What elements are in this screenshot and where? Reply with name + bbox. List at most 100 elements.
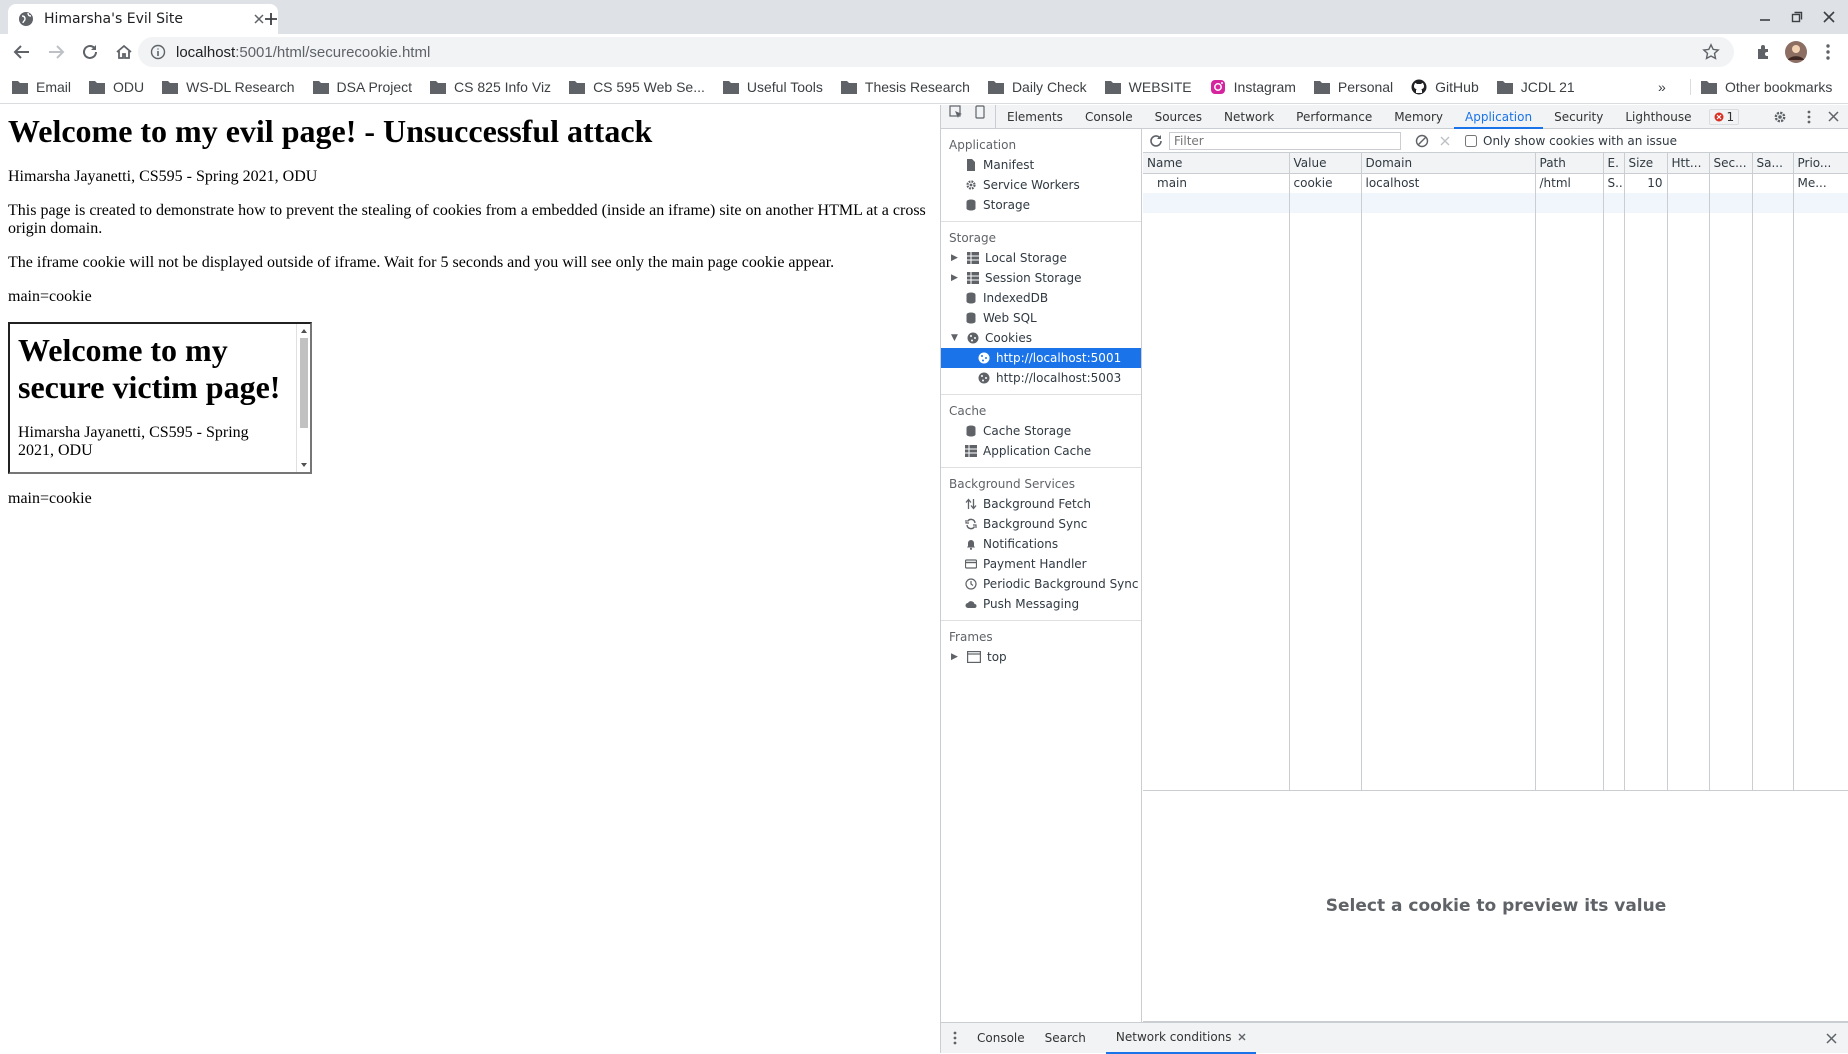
devtools-menu-icon[interactable] (1807, 110, 1811, 124)
sidebar-item-storage[interactable]: Storage (941, 195, 1141, 215)
tab-elements[interactable]: Elements (996, 105, 1074, 129)
close-drawer-icon[interactable] (1826, 1033, 1837, 1044)
browser-menu-icon[interactable] (1812, 36, 1844, 68)
cloud-icon (965, 598, 977, 610)
table-row[interactable]: main cookie localhost /html S... 10 Me..… (1143, 173, 1848, 193)
bookmark-dsa[interactable]: DSA Project (312, 79, 412, 95)
cell-domain: localhost (1361, 173, 1536, 193)
forward-icon[interactable] (40, 36, 72, 68)
tab-memory[interactable]: Memory (1383, 105, 1454, 129)
sidebar-item-cookie-origin-5001[interactable]: http://localhost:5001 (941, 348, 1141, 368)
tab-security[interactable]: Security (1543, 105, 1614, 129)
bookmark-instagram[interactable]: Instagram (1210, 79, 1296, 95)
drawer-tab-network-conditions[interactable]: Network conditions (1105, 1023, 1256, 1054)
column-header-priority[interactable]: Prio... (1793, 153, 1848, 174)
column-header-domain[interactable]: Domain (1361, 153, 1536, 174)
bookmark-daily-check[interactable]: Daily Check (987, 79, 1087, 95)
error-counter[interactable]: 1 (1708, 108, 1740, 125)
cookie-filter-input[interactable] (1169, 131, 1401, 150)
bookmark-cs595[interactable]: CS 595 Web Se... (569, 79, 705, 95)
sidebar-item-cookies[interactable]: ▼ Cookies (941, 328, 1141, 348)
bookmark-wsdl[interactable]: WS-DL Research (162, 79, 295, 95)
cookie-icon (978, 372, 990, 384)
refresh-icon[interactable] (1149, 134, 1163, 148)
tab-lighthouse[interactable]: Lighthouse (1614, 105, 1702, 129)
restore-icon[interactable] (1784, 6, 1810, 28)
sidebar-item-notifications[interactable]: Notifications (941, 534, 1141, 554)
sidebar-item-web-sql[interactable]: Web SQL (941, 308, 1141, 328)
column-header-expires[interactable]: E. (1603, 153, 1625, 174)
sidebar-item-cookie-origin-5003[interactable]: http://localhost:5003 (941, 368, 1141, 388)
close-devtools-icon[interactable] (1828, 111, 1839, 122)
sidebar-item-application-cache[interactable]: Application Cache (941, 441, 1141, 461)
close-drawer-tab-icon[interactable] (1238, 1033, 1246, 1041)
column-header-name[interactable]: Name (1143, 153, 1290, 174)
column-header-path[interactable]: Path (1535, 153, 1604, 174)
sidebar-item-push-messaging[interactable]: Push Messaging (941, 594, 1141, 614)
delete-selected-icon[interactable] (1439, 135, 1451, 147)
cell-priority: Me... (1797, 176, 1827, 191)
sidebar-item-periodic-background-sync[interactable]: Periodic Background Sync (941, 574, 1141, 594)
expand-arrow-icon[interactable]: ▶ (951, 652, 961, 662)
extensions-icon[interactable] (1748, 36, 1780, 68)
home-icon[interactable] (108, 36, 140, 68)
address-bar[interactable]: localhost:5001/html/securecookie.html (138, 37, 1734, 67)
sidebar-item-indexeddb[interactable]: IndexedDB (941, 288, 1141, 308)
new-tab-button[interactable] (258, 6, 284, 32)
column-header-httponly[interactable]: Htt... (1667, 153, 1710, 174)
embedded-iframe[interactable]: Welcome to my secure victim page! Himars… (8, 322, 312, 474)
settings-gear-icon[interactable] (1773, 110, 1787, 124)
drawer-menu-icon[interactable] (941, 1023, 967, 1054)
column-header-secure[interactable]: Sec... (1709, 153, 1753, 174)
drawer-tab-console[interactable]: Console (967, 1023, 1035, 1054)
bookmark-thesis[interactable]: Thesis Research (840, 79, 970, 95)
inspect-element-icon[interactable] (941, 104, 969, 129)
tab-application[interactable]: Application (1454, 105, 1544, 129)
device-toolbar-icon[interactable] (969, 104, 996, 129)
bookmark-jcdl[interactable]: JCDL 21 (1496, 79, 1575, 95)
bookmark-useful-tools[interactable]: Useful Tools (722, 79, 823, 95)
only-issues-checkbox[interactable] (1465, 134, 1477, 147)
iframe-scrollbar[interactable] (296, 324, 310, 472)
bookmarks-overflow-button[interactable]: » (1658, 79, 1666, 95)
column-header-value[interactable]: Value (1289, 153, 1362, 174)
cookie-icon (967, 332, 979, 344)
sidebar-item-background-sync[interactable]: Background Sync (941, 514, 1141, 534)
sidebar-item-cache-storage[interactable]: Cache Storage (941, 421, 1141, 441)
sidebar-item-frame-top[interactable]: ▶ top (941, 647, 1141, 667)
info-icon[interactable] (150, 44, 166, 60)
bookmark-personal[interactable]: Personal (1313, 79, 1393, 95)
bookmark-github[interactable]: GitHub (1411, 79, 1479, 95)
bookmark-cs825[interactable]: CS 825 Info Viz (430, 79, 551, 95)
reload-icon[interactable] (74, 36, 106, 68)
sidebar-item-payment-handler[interactable]: Payment Handler (941, 554, 1141, 574)
avatar[interactable] (1780, 36, 1812, 68)
bookmark-star-icon[interactable] (1702, 43, 1720, 61)
sidebar-item-service-workers[interactable]: Service Workers (941, 175, 1141, 195)
bookmark-website[interactable]: WEBSITE (1104, 79, 1192, 95)
close-window-icon[interactable] (1816, 6, 1842, 28)
other-bookmarks[interactable]: Other bookmarks (1690, 78, 1832, 95)
tab-console[interactable]: Console (1074, 105, 1144, 129)
tab-network[interactable]: Network (1213, 105, 1285, 129)
expand-arrow-icon[interactable]: ▶ (951, 273, 961, 283)
sidebar-item-session-storage[interactable]: ▶ Session Storage (941, 268, 1141, 288)
column-header-samesite[interactable]: Sa... (1752, 153, 1794, 174)
sidebar-item-background-fetch[interactable]: Background Fetch (941, 494, 1141, 514)
expand-arrow-icon[interactable]: ▶ (951, 253, 961, 263)
tab-performance[interactable]: Performance (1285, 105, 1383, 129)
column-header-size[interactable]: Size (1624, 153, 1668, 174)
tab-sources[interactable]: Sources (1144, 105, 1213, 129)
minimize-icon[interactable] (1752, 6, 1778, 28)
back-icon[interactable] (6, 36, 38, 68)
credit-card-icon (965, 558, 977, 570)
bookmark-odu[interactable]: ODU (89, 79, 144, 95)
browser-tab[interactable]: Himarsha's Evil Site (8, 4, 278, 34)
collapse-arrow-icon[interactable]: ▼ (951, 333, 961, 343)
sidebar-item-local-storage[interactable]: ▶ Local Storage (941, 248, 1141, 268)
bookmark-email[interactable]: Email (12, 79, 71, 95)
drawer-tab-search[interactable]: Search (1035, 1023, 1096, 1054)
sidebar-item-manifest[interactable]: Manifest (941, 155, 1141, 175)
clear-all-icon[interactable] (1415, 134, 1429, 148)
url-text[interactable]: localhost:5001/html/securecookie.html (176, 44, 430, 61)
